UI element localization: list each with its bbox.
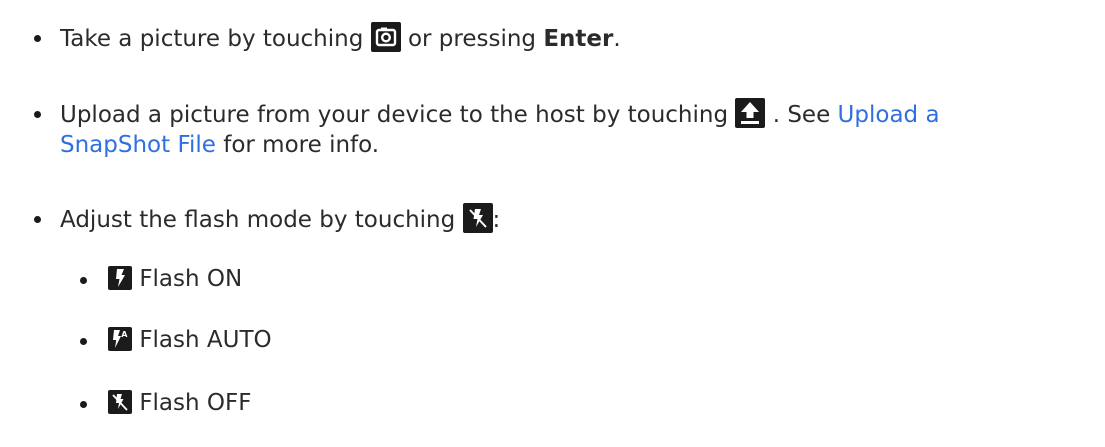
- bullet: [34, 216, 41, 223]
- colon: :: [492, 207, 501, 233]
- flash-mode-label: Flash AUTO: [139, 327, 272, 353]
- flash-mode-text: A Flash AUTO: [108, 325, 272, 355]
- upload-text: Upload a picture from your device to the…: [60, 102, 729, 128]
- flash-mode-text: Flash ON: [108, 264, 242, 294]
- more-info-text: for more info.: [223, 132, 380, 158]
- flash-auto-icon: A: [108, 327, 132, 351]
- flash-mode-label: Flash ON: [139, 266, 243, 292]
- list-item-text-line2: SnapShot File for more info.: [60, 130, 379, 160]
- period: .: [613, 26, 621, 52]
- take-picture-text: Take a picture by touching: [60, 26, 364, 52]
- bullet: [34, 35, 41, 42]
- upload-snapshot-link-cont[interactable]: SnapShot File: [60, 132, 216, 158]
- bullet: [80, 401, 87, 408]
- flash-off-icon[interactable]: [462, 203, 493, 233]
- enter-key-label: Enter: [543, 26, 614, 52]
- svg-text:A: A: [121, 330, 128, 339]
- flash-mode-label: Flash OFF: [139, 390, 252, 416]
- flash-off-icon: [108, 390, 132, 414]
- upload-icon[interactable]: [735, 98, 766, 128]
- upload-snapshot-link[interactable]: Upload a: [838, 102, 940, 128]
- adjust-flash-text: Adjust the flash mode by touching: [60, 207, 456, 233]
- bullet: [80, 277, 87, 284]
- or-pressing-text: or pressing: [407, 26, 537, 52]
- bullet: [34, 111, 41, 118]
- list-item-text: Take a picture by touching or pressing E…: [60, 22, 621, 54]
- list-item-text: Adjust the flash mode by touching :: [60, 203, 500, 235]
- see-text: . See: [772, 102, 831, 128]
- camera-icon[interactable]: [370, 22, 401, 52]
- bullet: [80, 338, 87, 345]
- flash-mode-text: Flash OFF: [108, 388, 251, 418]
- list-item-text: Upload a picture from your device to the…: [60, 98, 940, 130]
- flash-on-icon: [108, 266, 132, 290]
